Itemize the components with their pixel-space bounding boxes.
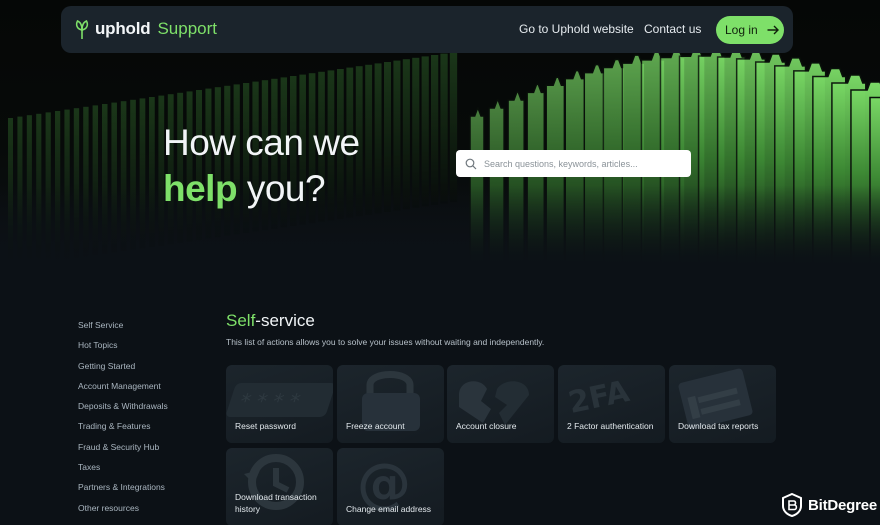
- self-service-heading: Self-service: [226, 311, 315, 331]
- card-account-closure[interactable]: Account closure: [447, 365, 554, 443]
- search-icon: [465, 158, 477, 169]
- search-input[interactable]: [484, 158, 684, 169]
- card-freeze-account[interactable]: Freeze account: [337, 365, 444, 443]
- self-service-cards: * * * * Reset password Freeze account Ac…: [226, 365, 776, 525]
- log-in-button[interactable]: Log in: [716, 16, 784, 44]
- sidebar-item-self-service[interactable]: Self Service: [78, 318, 168, 338]
- card-tax-reports[interactable]: Download tax reports: [669, 365, 776, 443]
- bitdegree-logo-icon: [782, 493, 802, 517]
- sidebar-item-fraud-security[interactable]: Fraud & Security Hub: [78, 440, 168, 460]
- hero-stripe: [421, 56, 429, 207]
- hero-heading-highlight: help: [163, 168, 238, 209]
- search-box: [456, 150, 691, 177]
- self-service-heading-highlight: Self: [226, 311, 256, 330]
- sidebar-item-trading-features[interactable]: Trading & Features: [78, 419, 168, 439]
- go-to-website-link[interactable]: Go to Uphold website: [519, 22, 634, 36]
- card-reset-password[interactable]: * * * * Reset password: [226, 365, 333, 443]
- bitdegree-watermark-text: BitDegree: [808, 496, 878, 514]
- sidebar-item-partners-integrations[interactable]: Partners & Integrations: [78, 480, 168, 500]
- card-label: Download transaction history: [235, 492, 317, 514]
- card-label: Download tax reports: [678, 420, 759, 431]
- contact-us-link[interactable]: Contact us: [644, 22, 701, 36]
- card-change-email[interactable]: @ Change email address: [337, 448, 444, 525]
- arrow-right-icon: [767, 25, 779, 35]
- card-2fa[interactable]: 2FA 2 Factor authentication: [558, 365, 665, 443]
- card-label: Freeze account: [346, 420, 405, 431]
- card-label: Change email address: [346, 503, 432, 514]
- self-service-heading-rest: -service: [255, 311, 315, 330]
- card-label: 2 Factor authentication: [567, 420, 654, 431]
- bitdegree-watermark: BitDegree: [782, 493, 877, 517]
- card-transaction-history[interactable]: Download transaction history: [226, 448, 333, 525]
- hero-heading-line2: help you?: [163, 166, 360, 212]
- hero-stripe: [449, 52, 458, 203]
- hero-fade: [0, 185, 880, 265]
- uphold-leaf-icon: [75, 20, 89, 40]
- svg-text:* * * *: * * * *: [236, 389, 303, 412]
- card-label: Reset password: [235, 420, 296, 431]
- hero-stripe: [431, 55, 439, 205]
- sidebar-item-taxes[interactable]: Taxes: [78, 460, 168, 480]
- sidebar-item-deposits-withdrawals[interactable]: Deposits & Withdrawals: [78, 399, 168, 419]
- sidebar-item-getting-started[interactable]: Getting Started: [78, 359, 168, 379]
- svg-text:2FA: 2FA: [565, 374, 633, 421]
- log-in-label: Log in: [725, 23, 758, 37]
- hero-heading-rest: you?: [237, 168, 326, 209]
- hero-stripe: [440, 53, 448, 204]
- top-navigation-bar: uphold Support Go to Uphold website Cont…: [61, 6, 793, 53]
- hero-heading-line1: How can we: [163, 122, 360, 163]
- hero-heading: How can we help you?: [163, 120, 360, 212]
- sidebar-item-account-management[interactable]: Account Management: [78, 379, 168, 399]
- card-label: Account closure: [456, 420, 517, 431]
- self-service-description: This list of actions allows you to solve…: [226, 337, 545, 347]
- sidebar-item-hot-topics[interactable]: Hot Topics: [78, 338, 168, 358]
- uphold-support-logo[interactable]: uphold Support: [74, 18, 217, 40]
- logo-wordmark: uphold: [95, 19, 151, 38]
- logo-support-label: Support: [157, 19, 217, 38]
- category-sidebar: Self Service Hot Topics Getting Started …: [78, 318, 168, 521]
- sidebar-item-other-resources[interactable]: Other resources: [78, 501, 168, 521]
